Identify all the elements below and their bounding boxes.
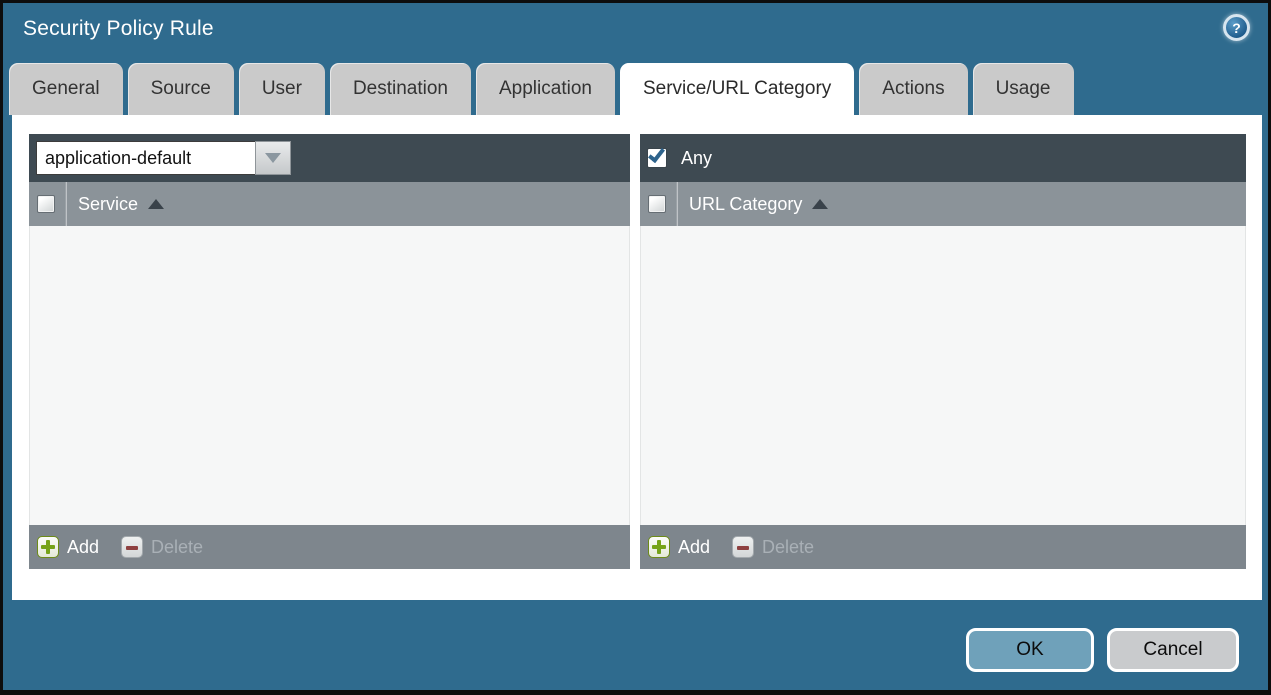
service-table-header: Service [29, 182, 630, 226]
tab-user[interactable]: User [238, 63, 325, 115]
url-category-toolbar: Any [640, 134, 1246, 182]
url-category-table-header: URL Category [640, 182, 1246, 226]
plus-icon [37, 536, 59, 558]
help-icon[interactable]: ? [1223, 14, 1250, 41]
tab-service-url-category[interactable]: Service/URL Category [619, 63, 855, 115]
column-separator [676, 182, 677, 226]
tab-content: Service Add Delete [12, 115, 1262, 600]
any-checkbox-label: Any [681, 147, 713, 168]
tab-general[interactable]: General [9, 63, 123, 115]
minus-icon [732, 536, 755, 558]
ok-button[interactable]: OK [966, 628, 1094, 672]
chevron-down-icon [265, 153, 281, 163]
any-checkbox[interactable] [647, 144, 667, 168]
url-category-list-body[interactable] [640, 226, 1246, 525]
service-footer: Add Delete [29, 525, 630, 569]
url-category-delete-button[interactable]: Delete [732, 536, 814, 558]
url-category-footer: Add Delete [640, 525, 1246, 569]
security-policy-rule-dialog: Security Policy Rule ? General Source Us… [0, 0, 1271, 695]
url-category-column-header[interactable]: URL Category [689, 194, 802, 215]
service-type-input[interactable] [36, 141, 255, 175]
tab-actions[interactable]: Actions [859, 63, 968, 115]
tab-usage[interactable]: Usage [972, 63, 1074, 115]
service-type-dropdown-button[interactable] [255, 141, 291, 175]
service-delete-button[interactable]: Delete [121, 536, 203, 558]
service-list-body[interactable] [29, 226, 630, 525]
minus-icon [121, 536, 144, 558]
service-toolbar [29, 134, 630, 182]
delete-button-label: Delete [762, 536, 815, 557]
dialog-title: Security Policy Rule [23, 17, 214, 40]
sort-ascending-icon [812, 199, 829, 209]
service-select-all-checkbox[interactable] [37, 195, 55, 213]
column-separator [65, 182, 66, 226]
url-category-add-button[interactable]: Add [648, 536, 710, 558]
delete-button-label: Delete [151, 536, 204, 557]
tab-application[interactable]: Application [476, 63, 615, 115]
url-category-panel: Any URL Category Add Delete [640, 134, 1246, 569]
service-column-header[interactable]: Service [78, 194, 138, 215]
service-type-combo [36, 141, 291, 175]
tab-source[interactable]: Source [127, 63, 234, 115]
cancel-button[interactable]: Cancel [1107, 628, 1239, 672]
add-button-label: Add [67, 536, 100, 557]
tab-destination[interactable]: Destination [329, 63, 471, 115]
titlebar: Security Policy Rule ? [3, 3, 1268, 63]
tab-bar: General Source User Destination Applicat… [9, 63, 1074, 115]
checkmark-icon [648, 144, 665, 164]
url-category-select-all-checkbox[interactable] [648, 195, 666, 213]
service-add-button[interactable]: Add [37, 536, 99, 558]
sort-ascending-icon [148, 199, 165, 209]
plus-icon [648, 536, 670, 558]
service-panel: Service Add Delete [29, 134, 630, 569]
add-button-label: Add [678, 536, 711, 557]
